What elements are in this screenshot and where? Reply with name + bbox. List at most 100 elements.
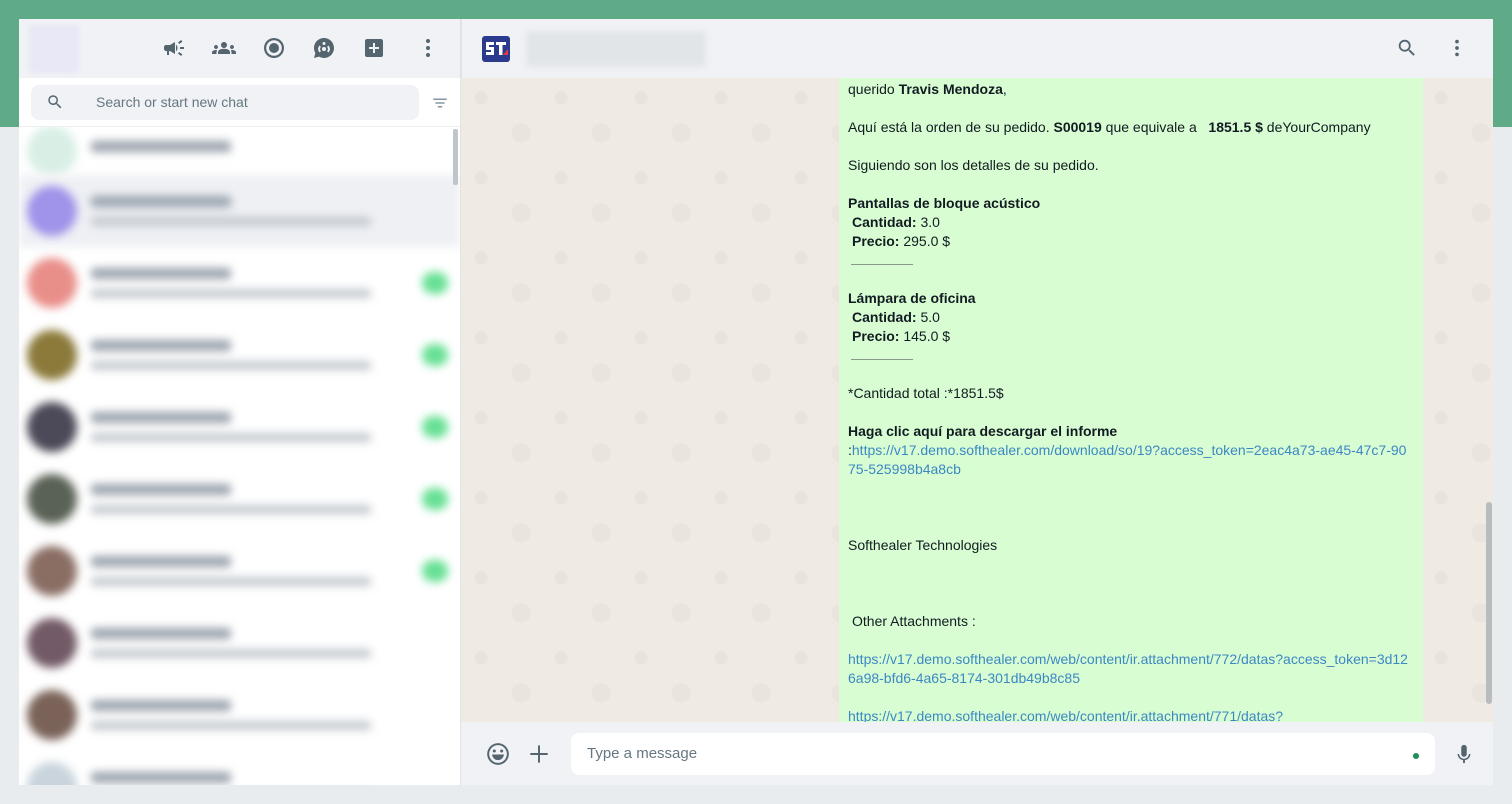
- item-qty: Cantidad: 3.0: [852, 214, 940, 230]
- chat-list-item[interactable]: [19, 175, 460, 247]
- order-line: Aquí está la orden de su pedido. S00019 …: [848, 119, 1371, 135]
- chat-preview: [91, 628, 412, 658]
- my-avatar[interactable]: [29, 24, 79, 73]
- microphone-icon[interactable]: [1449, 739, 1479, 769]
- chat-avatar: [27, 474, 77, 524]
- order-ref: S00019: [1053, 119, 1102, 135]
- chat-preview-placeholder: [91, 289, 371, 298]
- filter-icon[interactable]: [430, 93, 450, 113]
- chat-preview: [91, 268, 412, 298]
- item-price: Precio: 295.0 $: [852, 233, 951, 249]
- chat-avatar: [27, 330, 77, 380]
- chat-name-placeholder: [91, 340, 231, 351]
- order-total: *Cantidad total :*1851.5$: [848, 385, 1004, 401]
- item-qty: Cantidad: 5.0: [852, 309, 940, 325]
- chat-preview: [91, 556, 412, 586]
- conversation-menu-icon[interactable]: [1445, 36, 1469, 60]
- chat-list-item[interactable]: [19, 319, 460, 391]
- chat-avatar: [27, 258, 77, 308]
- unread-badge: [422, 776, 448, 785]
- chat-preview: [91, 484, 412, 514]
- chat-preview: [91, 412, 412, 442]
- item-price: Precio: 145.0 $: [852, 328, 951, 344]
- chat-avatar: [27, 127, 77, 176]
- softhealer-logo-icon: [482, 35, 510, 62]
- chat-preview: [91, 196, 412, 226]
- unread-badge: [422, 416, 448, 438]
- item-separator: [851, 349, 913, 360]
- unread-badge: [422, 560, 448, 582]
- chat-list-item[interactable]: [19, 679, 460, 751]
- search-icon: [31, 93, 79, 111]
- chat-preview-placeholder: [91, 649, 371, 658]
- chat-avatar: [27, 690, 77, 740]
- attachment-link[interactable]: https://v17.demo.softhealer.com/web/cont…: [848, 651, 1408, 686]
- search-row: [19, 78, 460, 127]
- attachments-label: Other Attachments :: [852, 613, 976, 629]
- chat-avatar: [27, 762, 77, 785]
- sidebar-header-icons: [159, 33, 389, 63]
- conversation-header-icons: [1395, 36, 1469, 60]
- unread-badge: [422, 488, 448, 510]
- channels-icon[interactable]: [309, 33, 339, 63]
- status-icon[interactable]: [259, 33, 289, 63]
- chat-list-item[interactable]: [19, 535, 460, 607]
- chat-preview-placeholder: [91, 217, 371, 226]
- message-area[interactable]: querido Travis Mendoza, Aquí está la ord…: [461, 78, 1492, 722]
- signature: Softhealer Technologies: [848, 537, 998, 553]
- chat-preview-placeholder: [91, 505, 371, 514]
- download-link[interactable]: https://v17.demo.softhealer.com/download…: [848, 442, 1406, 477]
- contact-name[interactable]: [526, 30, 706, 67]
- sidebar-header: [19, 19, 460, 78]
- unread-badge: [422, 632, 448, 654]
- chat-name-placeholder: [91, 268, 231, 279]
- chat-list-item[interactable]: [19, 751, 460, 785]
- outgoing-message-bubble: querido Travis Mendoza, Aquí está la ord…: [839, 78, 1423, 722]
- unread-badge: [422, 140, 448, 162]
- order-item: Pantallas de bloque acústico Cantidad: 3…: [848, 194, 1414, 270]
- chat-preview: [91, 340, 412, 370]
- new-chat-icon[interactable]: [359, 33, 389, 63]
- attachment-link[interactable]: https://v17.demo.softhealer.com/web/cont…: [848, 708, 1283, 722]
- unread-badge: [422, 704, 448, 726]
- chat-name-placeholder: [91, 140, 231, 152]
- emoji-icon[interactable]: [483, 739, 513, 769]
- chat-list-scrollbar[interactable]: [453, 129, 458, 185]
- unread-badge: [422, 344, 448, 366]
- message-input[interactable]: [587, 745, 1419, 762]
- chat-list-item[interactable]: [19, 607, 460, 679]
- chat-preview: [91, 700, 412, 730]
- chat-name-placeholder: [91, 628, 231, 639]
- chat-list-item[interactable]: [19, 127, 460, 176]
- order-item: Lámpara de oficina Cantidad: 5.0 Precio:…: [848, 289, 1414, 365]
- search-input[interactable]: [96, 94, 416, 110]
- chat-preview-placeholder: [91, 577, 371, 586]
- customer-name: Travis Mendoza: [898, 81, 1003, 97]
- download-label: Haga clic aquí para descargar el informe: [848, 423, 1118, 439]
- chat-list-item[interactable]: [19, 463, 460, 535]
- attach-plus-icon[interactable]: [524, 739, 554, 769]
- contact-avatar[interactable]: [476, 29, 516, 69]
- communities-megaphone-icon[interactable]: [159, 33, 189, 63]
- chat-name-placeholder: [91, 412, 231, 423]
- chat-name-placeholder: [91, 556, 231, 567]
- download-line: :https://v17.demo.softhealer.com/downloa…: [848, 442, 1407, 477]
- item-name: Pantallas de bloque acústico: [848, 195, 1041, 211]
- sidebar: [19, 19, 461, 785]
- chat-name-placeholder: [91, 700, 231, 711]
- chat-avatar: [27, 402, 77, 452]
- conversation-panel: querido Travis Mendoza, Aquí está la ord…: [461, 19, 1493, 785]
- order-amount: 1851.5 $: [1208, 119, 1263, 135]
- menu-icon[interactable]: [416, 36, 440, 60]
- chat-name-placeholder: [91, 196, 231, 207]
- chat-avatar: [27, 546, 77, 596]
- chat-list-item[interactable]: [19, 247, 460, 319]
- communities-icon[interactable]: [209, 33, 239, 63]
- search-messages-icon[interactable]: [1395, 36, 1419, 60]
- greeting-line: querido Travis Mendoza,: [848, 81, 1007, 97]
- chat-list-item[interactable]: [19, 391, 460, 463]
- item-name: Lámpara de oficina: [848, 290, 976, 306]
- chat-name-placeholder: [91, 772, 231, 783]
- conversation-scrollbar[interactable]: [1486, 502, 1492, 704]
- unread-badge: [422, 200, 448, 222]
